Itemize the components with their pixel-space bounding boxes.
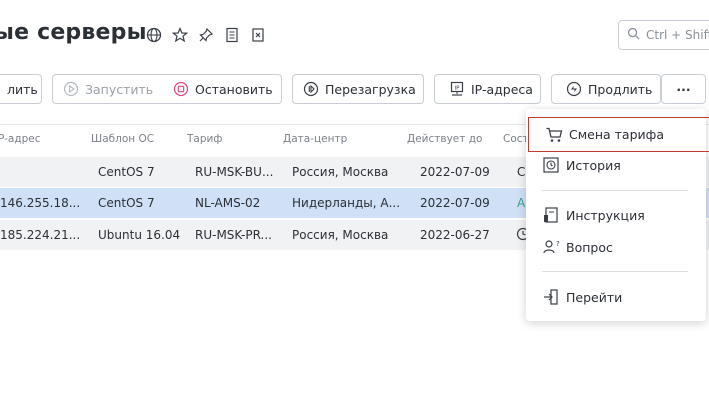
delete-button[interactable]: лить [0, 74, 42, 104]
stop-button[interactable]: Остановить [163, 74, 282, 104]
start-label: Запустить [85, 81, 154, 97]
reboot-icon [303, 81, 319, 97]
menu-divider [542, 271, 688, 272]
star-icon[interactable] [171, 26, 189, 44]
ip-label: IP-адреса [471, 81, 533, 97]
notes-icon[interactable] [223, 26, 241, 44]
reboot-label: Перезагрузка [325, 81, 416, 97]
cell-datacenter: Нидерланды, А... [292, 196, 401, 210]
start-button[interactable]: Запустить [52, 74, 163, 104]
play-icon [63, 81, 79, 97]
svg-text:IP: IP [455, 86, 461, 92]
export-icon[interactable] [249, 26, 267, 44]
extend-icon [566, 81, 582, 97]
more-button[interactable]: ··· [661, 74, 706, 104]
cell-valid-until: 2022-07-09 [420, 165, 490, 179]
cell-os: CentOS 7 [98, 165, 155, 179]
more-actions-menu: Смена тарифа История Инструкция ? Вопрос… [526, 109, 709, 321]
history-icon [542, 156, 560, 174]
cell-status: С [517, 165, 526, 179]
col-os[interactable]: Шаблон ОС [91, 133, 154, 145]
page-title: ые серверы [0, 20, 147, 45]
cell-os: Ubuntu 16.04 [98, 228, 181, 242]
menu-divider [542, 190, 688, 191]
pin-icon[interactable] [197, 26, 215, 44]
menu-item-change-tariff[interactable]: Смена тарифа [528, 117, 709, 152]
cell-ip: 185.224.21... [0, 228, 81, 242]
cell-os: CentOS 7 [98, 196, 155, 210]
menu-item-label: Смена тарифа [569, 127, 665, 142]
cell-status: А [517, 196, 526, 210]
extend-label: Продлить [588, 81, 653, 97]
menu-item-label: Перейти [566, 289, 623, 305]
col-status[interactable]: Сост [503, 133, 529, 145]
delete-label: лить [7, 81, 38, 97]
cell-datacenter: Россия, Москва [292, 165, 389, 179]
cell-tariff: RU-MSK-BU... [195, 165, 274, 179]
col-valid-until[interactable]: Действует до [407, 133, 482, 145]
title-icons [145, 26, 267, 44]
cell-valid-until: 2022-07-09 [420, 196, 490, 210]
col-tariff[interactable]: Тариф [187, 133, 222, 145]
menu-item-history[interactable]: История [526, 150, 706, 180]
cell-valid-until: 2022-06-27 [420, 228, 490, 242]
search-input[interactable]: Ctrl + Shift [618, 20, 709, 50]
cell-tariff: NL-AMS-02 [195, 196, 261, 210]
instruction-icon [542, 206, 560, 224]
ip-icon: IP [449, 81, 465, 97]
globe-icon[interactable] [145, 26, 163, 44]
search-placeholder: Ctrl + Shift [646, 28, 709, 42]
reboot-button[interactable]: Перезагрузка [292, 74, 424, 104]
ip-addresses-button[interactable]: IP IP-адреса [434, 74, 541, 104]
more-icon: ··· [676, 81, 691, 97]
cell-ip: 146.255.18... [0, 196, 81, 210]
menu-item-label: История [566, 157, 621, 173]
menu-item-label: Вопрос [566, 239, 613, 255]
menu-item-instruction[interactable]: Инструкция [526, 200, 706, 230]
cell-datacenter: Россия, Москва [292, 228, 389, 242]
stop-label: Остановить [195, 81, 273, 97]
stop-icon [173, 81, 189, 97]
menu-item-go[interactable]: Перейти [526, 282, 706, 312]
search-icon [627, 27, 640, 43]
svg-text:?: ? [556, 240, 560, 248]
menu-item-label: Инструкция [566, 207, 645, 223]
cart-icon [545, 126, 563, 144]
cell-tariff: RU-MSK-PR... [195, 228, 272, 242]
col-ip[interactable]: P-адрес [0, 133, 40, 145]
go-icon [542, 288, 560, 306]
extend-button[interactable]: Продлить [551, 74, 661, 104]
col-datacenter[interactable]: Дата-центр [283, 133, 347, 145]
menu-item-question[interactable]: ? Вопрос [526, 232, 706, 262]
question-icon: ? [542, 238, 560, 256]
